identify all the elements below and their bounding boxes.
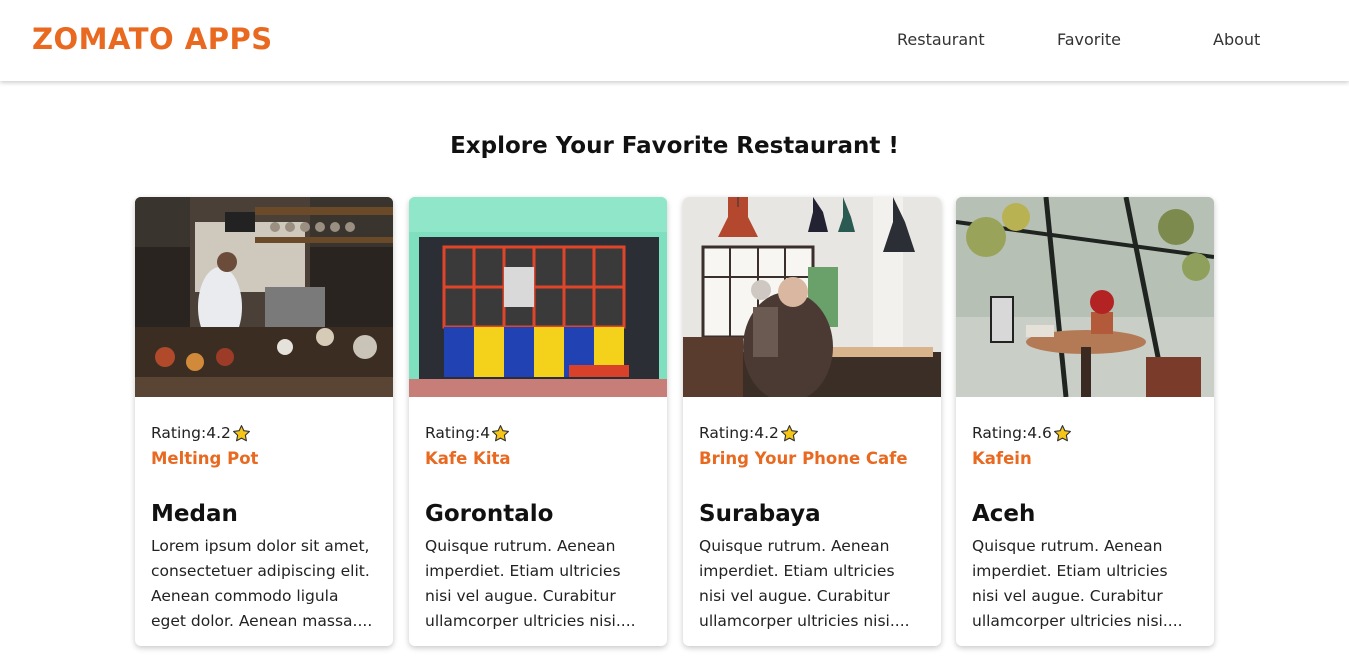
restaurant-description: Quisque rutrum. Aenean imperdiet. Etiam … xyxy=(699,537,910,630)
rating-label: Rating: xyxy=(972,424,1028,442)
restaurant-card[interactable]: Rating: 4.2 Bring Your Phone Cafe Suraba… xyxy=(683,197,941,646)
restaurant-card[interactable]: Rating: 4.6 Kafein Aceh Quisque rutrum. … xyxy=(956,197,1214,646)
restaurant-city: Medan xyxy=(151,501,238,527)
star-icon xyxy=(492,424,510,441)
rating-value: 4.2 xyxy=(206,424,231,442)
rating: Rating: 4.2 xyxy=(151,423,377,443)
restaurant-name[interactable]: Bring Your Phone Cafe xyxy=(699,448,925,470)
star-icon xyxy=(1053,424,1071,441)
restaurant-card[interactable]: Rating: 4 Kafe Kita Gorontalo Quisque ru… xyxy=(409,197,667,646)
app-header: ZOMATO APPS Restaurant Favorite About xyxy=(0,0,1349,81)
restaurant-city: Gorontalo xyxy=(425,501,554,527)
restaurant-city: Aceh xyxy=(972,501,1036,527)
restaurant-image xyxy=(409,197,667,397)
restaurant-card[interactable]: Rating: 4.2 Melting Pot Medan Lorem ipsu… xyxy=(135,197,393,646)
rating: Rating: 4 xyxy=(425,423,651,443)
restaurant-name[interactable]: Kafe Kita xyxy=(425,448,651,470)
restaurant-image xyxy=(956,197,1214,397)
restaurant-name[interactable]: Kafein xyxy=(972,448,1198,470)
restaurant-name[interactable]: Melting Pot xyxy=(151,448,377,470)
restaurant-description: Lorem ipsum dolor sit amet, consectetuer… xyxy=(151,537,373,630)
restaurant-image xyxy=(135,197,393,397)
rating-label: Rating: xyxy=(699,424,755,442)
nav-favorite[interactable]: Favorite xyxy=(1057,30,1121,49)
restaurant-image xyxy=(683,197,941,397)
rating: Rating: 4.2 xyxy=(699,423,925,443)
rating-value: 4.6 xyxy=(1027,424,1052,442)
nav-about[interactable]: About xyxy=(1213,30,1260,49)
rating-label: Rating: xyxy=(151,424,207,442)
restaurant-description: Quisque rutrum. Aenean imperdiet. Etiam … xyxy=(972,537,1183,630)
rating: Rating: 4.6 xyxy=(972,423,1198,443)
page-title: Explore Your Favorite Restaurant ! xyxy=(450,133,899,159)
restaurant-city: Surabaya xyxy=(699,501,821,527)
star-icon xyxy=(232,424,250,441)
rating-label: Rating: xyxy=(425,424,481,442)
star-icon xyxy=(780,424,798,441)
rating-value: 4.2 xyxy=(754,424,779,442)
rating-value: 4 xyxy=(480,424,491,442)
brand-logo[interactable]: ZOMATO APPS xyxy=(32,22,273,56)
nav-restaurant[interactable]: Restaurant xyxy=(897,30,985,49)
restaurant-description: Quisque rutrum. Aenean imperdiet. Etiam … xyxy=(425,537,636,630)
